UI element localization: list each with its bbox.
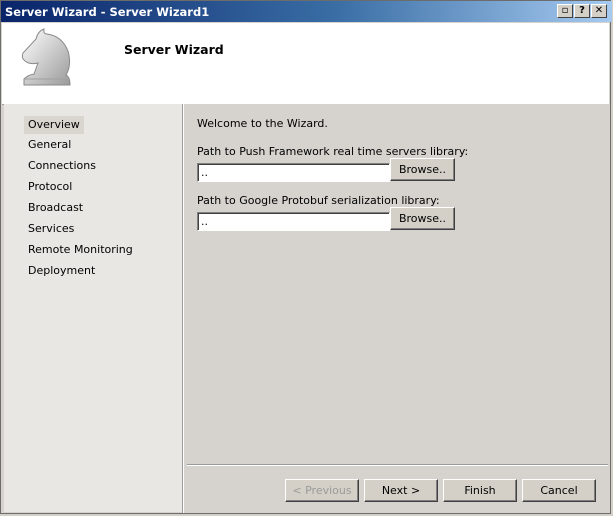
push-framework-browse-button[interactable]: Browse.. [390,158,455,181]
push-framework-path-label: Path to Push Framework real time servers… [197,145,469,158]
close-icon: ✕ [594,5,604,16]
title-bar[interactable]: Server Wizard - Server Wizard1 ▫ ? ✕ [1,1,612,22]
protobuf-browse-button[interactable]: Browse.. [390,207,455,230]
next-button[interactable]: Next > [364,479,438,502]
sidebar-item-protocol[interactable]: Protocol [24,178,76,196]
restore-button[interactable]: ▫ [557,4,573,18]
sidebar-item-remote-monitoring[interactable]: Remote Monitoring [24,241,137,259]
finish-button[interactable]: Finish [443,479,517,502]
chess-knight-icon [21,28,71,86]
overview-page: Welcome to the Wizard. Path to Push Fram… [184,104,610,513]
server-wizard-window: Server Wizard - Server Wizard1 ▫ ? ✕ Ser… [0,0,612,514]
sidebar-item-connections[interactable]: Connections [24,157,100,175]
cancel-button[interactable]: Cancel [522,479,596,502]
header-title: Server Wizard [124,42,224,57]
sidebar-item-services[interactable]: Services [24,220,78,238]
wizard-sidebar: Overview General Connections Protocol Br… [4,104,182,512]
footer-divider [187,464,608,466]
close-button[interactable]: ✕ [591,4,607,18]
welcome-text: Welcome to the Wizard. [197,117,328,130]
sidebar-item-broadcast[interactable]: Broadcast [24,199,87,217]
sidebar-item-overview[interactable]: Overview [24,116,84,134]
protobuf-path-label: Path to Google Protobuf serialization li… [197,194,440,207]
restore-icon: ▫ [561,5,569,16]
help-button[interactable]: ? [574,4,590,18]
help-icon: ? [579,5,585,16]
previous-button[interactable]: < Previous [285,479,359,502]
sidebar-item-deployment[interactable]: Deployment [24,262,99,280]
push-framework-path-input[interactable] [197,163,390,182]
window-title: Server Wizard - Server Wizard1 [5,5,210,19]
sidebar-item-general[interactable]: General [24,136,75,154]
wizard-header: Server Wizard [2,23,609,105]
protobuf-path-input[interactable] [197,212,390,231]
